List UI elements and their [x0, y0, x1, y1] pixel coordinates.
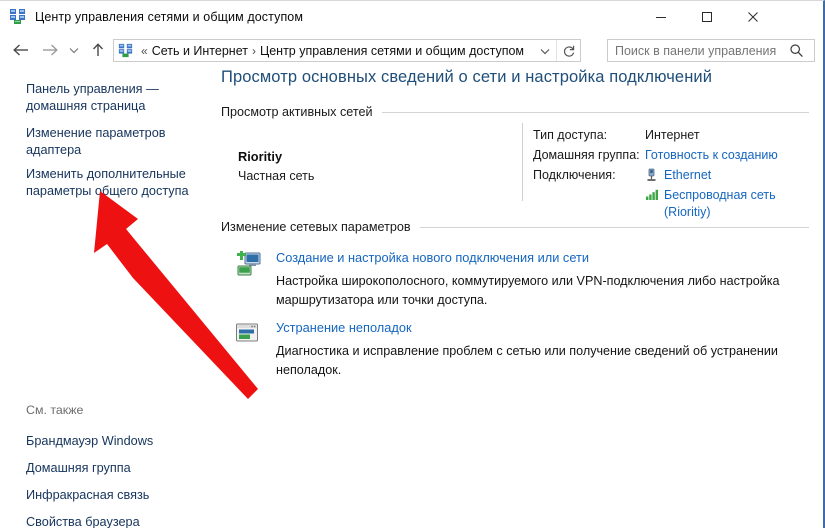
see-also-item-internet-options[interactable]: Свойства браузера — [26, 509, 153, 528]
connection-ethernet-link[interactable]: Ethernet — [664, 167, 711, 184]
connection-item-ethernet[interactable]: Ethernet — [645, 167, 776, 187]
active-network-name: Rioritiy — [238, 149, 283, 164]
detail-row-homegroup: Домашняя группа: Готовность к созданию — [533, 147, 778, 164]
wifi-signal-icon — [645, 187, 664, 206]
back-icon[interactable] — [6, 36, 36, 64]
breadcrumb-overflow[interactable]: « — [137, 44, 152, 58]
minimize-button[interactable] — [638, 1, 684, 32]
page-title: Просмотр основных сведений о сети и наст… — [221, 68, 713, 86]
close-button[interactable] — [730, 1, 776, 32]
network-sharing-center-icon — [9, 8, 26, 25]
see-also-item-infrared[interactable]: Инфракрасная связь — [26, 482, 153, 509]
active-networks-heading-label: Просмотр активных сетей — [221, 105, 373, 119]
up-one-level-icon[interactable] — [84, 36, 112, 64]
sidebar-item-change-adapter-settings[interactable]: Изменение параметров адаптера — [26, 125, 216, 159]
breadcrumb-item-network-internet[interactable]: Сеть и Интернет — [152, 44, 248, 58]
window-body: Панель управления — домашняя страница Из… — [0, 68, 823, 528]
change-settings-heading-label: Изменение сетевых параметров — [221, 220, 411, 234]
new-connection-icon — [234, 251, 262, 277]
connection-item-wireless[interactable]: Беспроводная сеть (Rioritiy) — [645, 187, 776, 221]
maximize-button[interactable] — [684, 1, 730, 32]
refresh-icon[interactable] — [556, 40, 580, 61]
address-bar[interactable]: « Сеть и Интернет › Центр управления сет… — [113, 39, 581, 62]
access-type-label: Тип доступа: — [533, 128, 608, 142]
connection-wireless-link[interactable]: Беспроводная сеть — [664, 188, 776, 202]
troubleshoot-description: Диагностика и исправление проблем с сеть… — [276, 344, 778, 377]
forward-icon[interactable] — [36, 36, 64, 64]
address-chevron-down-icon[interactable] — [535, 40, 555, 61]
active-network-type: Частная сеть — [238, 169, 315, 183]
main-content: Просмотр основных сведений о сети и наст… — [216, 68, 823, 527]
breadcrumb-item-current[interactable]: Центр управления сетями и общим доступом — [260, 44, 524, 58]
network-details-divider — [522, 123, 523, 201]
connection-wireless-link-wrap[interactable]: Беспроводная сеть (Rioritiy) — [664, 187, 776, 221]
search-input[interactable] — [608, 40, 783, 61]
change-settings-heading: Изменение сетевых параметров — [221, 220, 809, 234]
address-bar-network-icon — [118, 43, 133, 58]
homegroup-value-link[interactable]: Готовность к созданию — [645, 147, 778, 164]
recent-locations-chevron-down-icon[interactable] — [64, 36, 84, 64]
detail-row-connections: Подключения: Ethernet Беспроводная сеть … — [533, 167, 778, 221]
troubleshoot-link[interactable]: Устранение неполадок — [276, 320, 412, 335]
ethernet-icon — [645, 167, 664, 187]
connection-wireless-ssid[interactable]: (Rioritiy) — [664, 205, 711, 219]
sidebar-item-control-panel-home[interactable]: Панель управления — домашняя страница — [26, 81, 216, 115]
search-icon[interactable] — [783, 43, 809, 58]
sidebar: Панель управления — домашняя страница Из… — [0, 68, 216, 528]
new-connection-description: Настройка широкополосного, коммутируемог… — [276, 274, 780, 307]
see-also-list: Брандмауэр Windows Домашняя группа Инфра… — [26, 428, 153, 528]
sidebar-item-advanced-sharing-settings[interactable]: Изменить дополнительные параметры общего… — [26, 166, 216, 200]
title-bar: Центр управления сетями и общим доступом — [0, 1, 823, 32]
homegroup-label: Домашняя группа: — [533, 148, 640, 162]
connections-label: Подключения: — [533, 168, 616, 182]
active-network-details: Тип доступа: Интернет Домашняя группа: Г… — [533, 127, 778, 224]
troubleshoot-icon — [234, 321, 262, 347]
active-networks-heading: Просмотр активных сетей — [221, 105, 809, 119]
new-connection-link[interactable]: Создание и настройка нового подключения … — [276, 250, 589, 265]
see-also-item-windows-firewall[interactable]: Брандмауэр Windows — [26, 428, 153, 455]
see-also-heading: См. также — [26, 403, 84, 417]
heading-rule — [419, 226, 809, 228]
search-box[interactable] — [607, 39, 815, 62]
heading-rule — [381, 111, 809, 113]
access-type-value: Интернет — [645, 128, 700, 142]
control-panel-window: Центр управления сетями и общим доступом — [0, 0, 825, 528]
breadcrumb-separator: › — [251, 43, 256, 58]
window-title: Центр управления сетями и общим доступом — [35, 9, 304, 24]
see-also-item-homegroup[interactable]: Домашняя группа — [26, 455, 153, 482]
connections-list: Ethernet Беспроводная сеть (Rioritiy) — [645, 167, 776, 221]
detail-row-access-type: Тип доступа: Интернет — [533, 127, 778, 144]
